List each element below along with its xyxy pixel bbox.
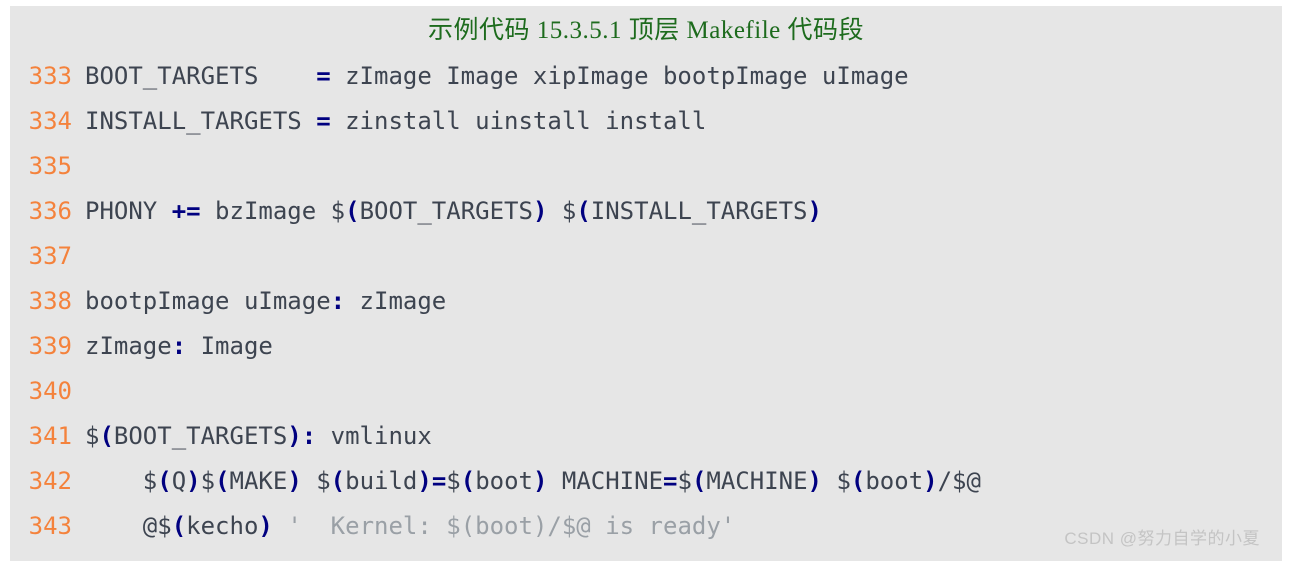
code-token-id: MACHINE: [706, 467, 808, 495]
code-line-content: zImage: Image: [72, 324, 273, 369]
code-token-id: $: [85, 467, 158, 495]
code-line: 336 PHONY += bzImage $(BOOT_TARGETS) $(IN…: [10, 189, 1282, 234]
code-line: 334 INSTALL_TARGETS = zinstall uinstall i…: [10, 99, 1282, 144]
code-token-id: zinstall uinstall install: [330, 107, 707, 135]
code-token-op: ): [532, 197, 548, 225]
code-token-op: ): [186, 467, 201, 495]
code-token-op: ): [807, 467, 822, 495]
code-token-op: :: [171, 332, 187, 360]
code-token-id: $: [446, 467, 461, 495]
code-token-id: zImage Image xipImage bootpImage uImage: [330, 62, 909, 90]
code-token-op: ): [287, 467, 302, 495]
code-token-id: Image: [186, 332, 273, 360]
line-number: 342: [28, 467, 72, 495]
code-token-op: (: [850, 467, 866, 495]
line-number: 334: [28, 107, 72, 135]
screenshot-root: 示例代码 15.3.5.1 顶层 Makefile 代码段 333 BOOT_TA…: [0, 0, 1300, 561]
code-token-id: BOOT_TARGETS: [85, 62, 317, 90]
code-token-op: +=: [171, 197, 201, 225]
code-panel: 示例代码 15.3.5.1 顶层 Makefile 代码段 333 BOOT_TA…: [10, 6, 1282, 561]
code-token-id: $: [200, 467, 216, 495]
code-token-op: ): [807, 197, 822, 225]
code-token-id: zImage: [85, 332, 172, 360]
code-token-id: build: [345, 467, 418, 495]
code-line-content: @$(kecho) ' Kernel: $(boot)/$@ is ready': [72, 504, 735, 549]
code-token-op: (: [215, 467, 230, 495]
line-number: 337: [28, 242, 72, 270]
page-title: 示例代码 15.3.5.1 顶层 Makefile 代码段: [428, 17, 864, 44]
code-token-str: ': [287, 512, 302, 540]
code-token-id: zImage: [345, 287, 447, 315]
code-token-id: vmlinux: [316, 422, 432, 450]
code-token-id: boot: [475, 467, 533, 495]
line-number: 343: [28, 512, 72, 540]
code-token-id: BOOT_TARGETS: [359, 197, 533, 225]
code-token-op: (: [460, 467, 476, 495]
code-listing: 333 BOOT_TARGETS = zImage Image xipImage …: [10, 54, 1282, 549]
code-token-id: $: [301, 467, 331, 495]
code-line-content: bootpImage uImage: zImage: [72, 279, 446, 324]
code-token-op: (: [157, 467, 172, 495]
code-token-id: bzImage $: [200, 197, 346, 225]
code-token-id: INSTALL_TARGETS: [590, 197, 808, 225]
code-line: 335: [10, 144, 1282, 189]
code-token-op: =: [316, 62, 331, 90]
code-token-id: [273, 512, 287, 540]
code-token-id: INSTALL_TARGETS: [85, 107, 317, 135]
line-number: 341: [28, 422, 72, 450]
code-token-op: ): [923, 467, 938, 495]
code-token-op: (: [330, 467, 346, 495]
code-line-content: $(BOOT_TARGETS): vmlinux: [72, 414, 432, 459]
code-token-op: (: [345, 197, 360, 225]
code-line-content: PHONY += bzImage $(BOOT_TARGETS) $(INSTA…: [72, 189, 822, 234]
code-token-id: /$@: [937, 467, 981, 495]
code-token-str: ': [720, 512, 736, 540]
line-number: 339: [28, 332, 72, 360]
code-token-op: ): [287, 422, 302, 450]
code-token-op: ): [417, 467, 432, 495]
csdn-watermark: CSDN @努力自学的小夏: [1064, 529, 1260, 548]
code-token-op: (: [99, 422, 114, 450]
code-token-op: =: [431, 467, 447, 495]
code-line: 337: [10, 234, 1282, 279]
code-line-content: BOOT_TARGETS = zImage Image xipImage boo…: [72, 54, 909, 99]
code-token-op: (: [576, 197, 591, 225]
line-number: 338: [28, 287, 72, 315]
code-token-id: $: [85, 422, 100, 450]
code-token-str: Kernel: $(boot)/$@ is ready: [301, 512, 721, 540]
code-token-id: MACHINE: [547, 467, 664, 495]
code-line-content: INSTALL_TARGETS = zinstall uinstall inst…: [72, 99, 706, 144]
code-line: 338 bootpImage uImage: zImage: [10, 279, 1282, 324]
code-token-id: PHONY: [85, 197, 172, 225]
code-line: 341 $(BOOT_TARGETS): vmlinux: [10, 414, 1282, 459]
code-token-id: MAKE: [229, 467, 288, 495]
code-token-id: $: [677, 467, 692, 495]
code-token-id: Q: [171, 467, 187, 495]
code-token-op: :: [330, 287, 346, 315]
code-line: 339 zImage: Image: [10, 324, 1282, 369]
code-line-content: $(Q)$(MAKE) $(build)=$(boot) MACHINE=$(M…: [72, 459, 981, 504]
line-number: 335: [28, 152, 72, 180]
code-token-op: (: [691, 467, 707, 495]
code-token-id: BOOT_TARGETS: [113, 422, 288, 450]
code-token-id: $: [822, 467, 851, 495]
code-token-id: kecho: [186, 512, 259, 540]
code-token-op: (: [171, 512, 187, 540]
code-token-id: @$: [85, 512, 172, 540]
line-number: 340: [28, 377, 72, 405]
code-token-op: ): [532, 467, 548, 495]
code-token-id: bootpImage uImage: [85, 287, 331, 315]
code-token-op: =: [663, 467, 678, 495]
code-line: 340: [10, 369, 1282, 414]
code-token-op: ): [258, 512, 273, 540]
code-token-op: =: [316, 107, 331, 135]
code-token-op: :: [301, 422, 317, 450]
code-line: 333 BOOT_TARGETS = zImage Image xipImage …: [10, 54, 1282, 99]
line-number: 336: [28, 197, 72, 225]
code-token-id: boot: [865, 467, 924, 495]
code-token-id: $: [547, 197, 577, 225]
line-number: 333: [28, 62, 72, 90]
code-line: 342 $(Q)$(MAKE) $(build)=$(boot) MACHINE…: [10, 459, 1282, 504]
